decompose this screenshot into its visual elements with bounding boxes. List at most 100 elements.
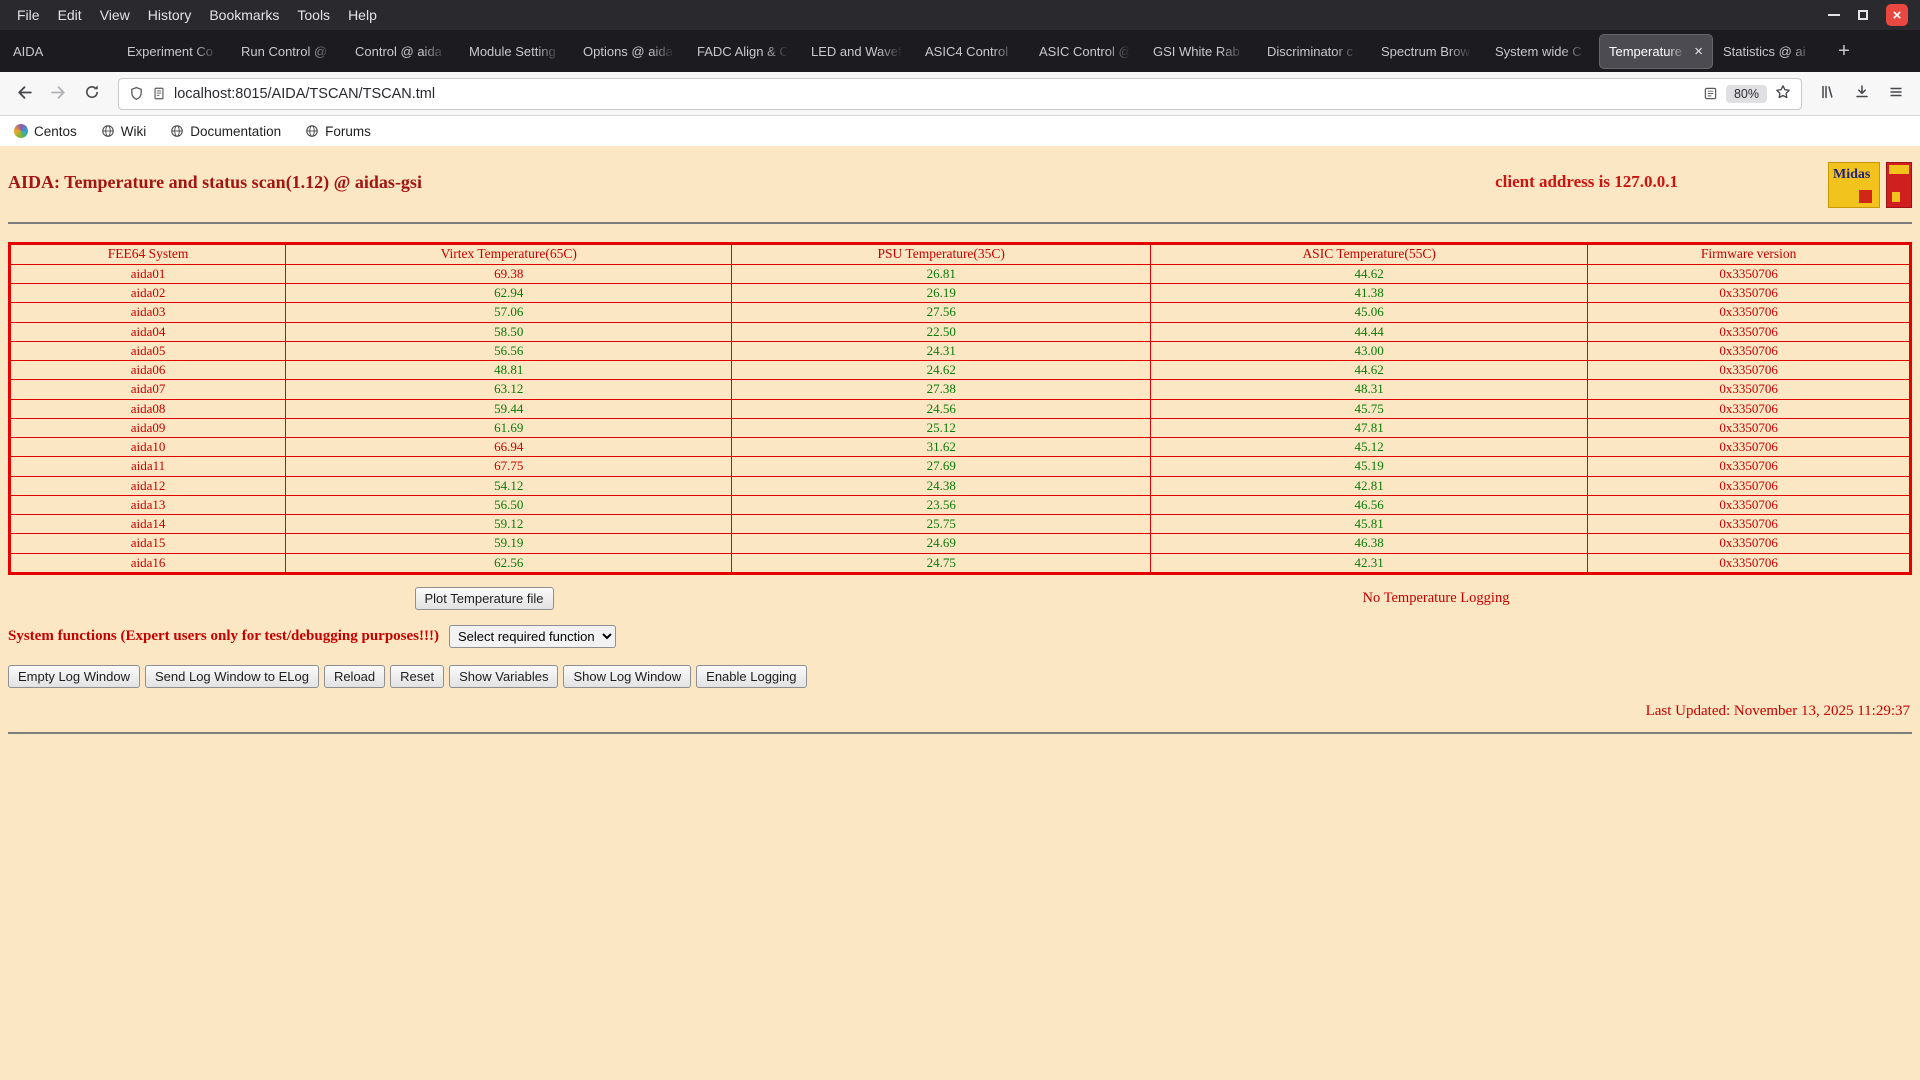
tab-label: Run Control @ [241, 43, 328, 59]
tab-system-wide-c[interactable]: System wide C [1486, 35, 1598, 68]
tab-fadc-align-c[interactable]: FADC Align & C [688, 35, 800, 68]
cell-asic: 47.81 [1150, 417, 1589, 439]
reader-mode-icon[interactable] [1703, 86, 1718, 101]
bookmark-star-button[interactable] [1775, 84, 1791, 103]
table-row-aida10: aida10 66.94 31.62 45.12 0x3350706 [8, 437, 1911, 458]
menu-item-file[interactable]: File [8, 4, 49, 26]
cell-asic: 45.75 [1150, 398, 1589, 419]
bookmark-item-wiki[interactable]: Wiki [101, 124, 146, 139]
tab-module-setting[interactable]: Module Setting [460, 35, 572, 68]
bookmark-label: Forums [325, 123, 371, 139]
cell-firmware: 0x3350706 [1587, 514, 1911, 535]
menu-item-help[interactable]: Help [339, 4, 386, 26]
tab-asic-control[interactable]: ASIC Control @ [1030, 35, 1142, 68]
tab-gsi-white-rab[interactable]: GSI White Rab [1144, 35, 1256, 68]
tab-aida[interactable]: AIDA [4, 35, 116, 68]
tab-control-aida[interactable]: Control @ aida [346, 35, 458, 68]
gsi-logo [1886, 162, 1912, 208]
cell-virtex: 62.56 [285, 552, 733, 574]
cell-virtex: 59.19 [285, 533, 733, 554]
table-row-aida15: aida15 59.19 24.69 46.38 0x3350706 [8, 533, 1911, 554]
navigation-toolbar: localhost:8015/AIDA/TSCAN/TSCAN.tml 80% [0, 72, 1920, 116]
column-header-fee64-system: FEE64 System [8, 243, 287, 265]
cell-psu: 24.56 [731, 398, 1152, 419]
downloads-button[interactable] [1846, 78, 1878, 110]
bookmark-item-documentation[interactable]: Documentation [170, 124, 281, 139]
tab-experiment-co[interactable]: Experiment Co [118, 35, 230, 68]
function-select[interactable]: Select required function [448, 624, 616, 648]
menu-item-history[interactable]: History [139, 4, 201, 26]
new-tab-button[interactable]: + [1829, 36, 1859, 66]
tab-led-and-wavef[interactable]: LED and Wavef [802, 35, 914, 68]
cell-firmware: 0x3350706 [1587, 398, 1911, 419]
back-button[interactable] [8, 78, 40, 110]
system-functions-row: System functions (Expert users only for … [8, 624, 1912, 648]
menu-button[interactable] [1880, 78, 1912, 110]
zoom-indicator[interactable]: 80% [1725, 84, 1767, 103]
url-bar[interactable]: localhost:8015/AIDA/TSCAN/TSCAN.tml 80% [118, 77, 1802, 110]
button-reset[interactable]: Reset [390, 664, 445, 688]
plot-button-cell: Plot Temperature file [8, 586, 960, 610]
minimize-button[interactable] [1828, 14, 1840, 16]
cell-virtex: 57.06 [285, 302, 733, 323]
cell-psu: 27.56 [731, 302, 1152, 323]
cell-asic: 45.19 [1150, 456, 1589, 477]
cell-asic: 43.00 [1150, 340, 1589, 362]
close-button[interactable]: × [1886, 4, 1908, 26]
cell-asic: 41.38 [1150, 283, 1589, 304]
cell-system: aida13 [8, 494, 287, 516]
cell-asic: 46.38 [1150, 533, 1589, 554]
tab-label: Temperature [1609, 43, 1682, 59]
bookmark-label: Documentation [190, 123, 282, 139]
button-empty-log-window[interactable]: Empty Log Window [8, 664, 140, 688]
forward-button[interactable] [42, 78, 74, 110]
menu-item-view[interactable]: View [91, 4, 139, 26]
tab-spectrum-brow[interactable]: Spectrum Brow [1372, 35, 1484, 68]
cell-psu: 27.69 [731, 456, 1152, 477]
cell-virtex: 67.75 [285, 456, 733, 477]
tab-run-control[interactable]: Run Control @ [232, 35, 344, 68]
button-enable-logging[interactable]: Enable Logging [696, 664, 807, 688]
button-send-log-window-to-elog[interactable]: Send Log Window to ELog [145, 664, 319, 688]
menu-item-tools[interactable]: Tools [288, 4, 339, 26]
cell-system: aida07 [8, 379, 287, 400]
library-button[interactable] [1812, 78, 1844, 110]
table-row-aida09: aida09 61.69 25.12 47.81 0x3350706 [8, 417, 1911, 439]
cell-virtex: 48.81 [285, 360, 733, 381]
plot-temperature-button[interactable]: Plot Temperature file [414, 586, 554, 610]
tab-asic4-control[interactable]: ASIC4 Control [916, 35, 1028, 68]
bookmark-item-forums[interactable]: Forums [305, 124, 371, 139]
cell-system: aida08 [8, 398, 287, 419]
url-text[interactable]: localhost:8015/AIDA/TSCAN/TSCAN.tml [174, 86, 1695, 102]
cell-firmware: 0x3350706 [1587, 360, 1911, 381]
tab-discriminator-c[interactable]: Discriminator c [1258, 35, 1370, 68]
tab-label: LED and Wavef [811, 43, 902, 59]
tab-options-aida[interactable]: Options @ aida [574, 35, 686, 68]
bookmark-item-centos[interactable]: Centos [14, 124, 77, 139]
cell-firmware: 0x3350706 [1587, 552, 1911, 574]
button-show-log-window[interactable]: Show Log Window [563, 664, 692, 688]
cell-firmware: 0x3350706 [1587, 456, 1911, 477]
cell-asic: 45.12 [1150, 437, 1589, 458]
cell-system: aida12 [8, 475, 287, 496]
page-icon[interactable] [152, 86, 166, 101]
tab-label: ASIC4 Control [925, 43, 1009, 59]
page-content: AIDA: Temperature and status scan(1.12) … [0, 146, 1920, 1080]
maximize-button[interactable] [1858, 10, 1868, 20]
close-tab-icon[interactable]: × [1694, 44, 1703, 59]
menu-item-edit[interactable]: Edit [49, 4, 91, 26]
cell-system: aida16 [8, 552, 287, 574]
button-show-variables[interactable]: Show Variables [449, 664, 559, 688]
table-row-aida02: aida02 62.94 26.19 41.38 0x3350706 [8, 283, 1911, 304]
menu-item-bookmarks[interactable]: Bookmarks [200, 4, 288, 26]
tab-statistics-ai[interactable]: Statistics @ ai [1714, 35, 1826, 68]
button-reload[interactable]: Reload [323, 664, 386, 688]
cell-system: aida14 [8, 514, 287, 535]
tab-label: Statistics @ ai [1723, 43, 1806, 59]
cell-firmware: 0x3350706 [1587, 283, 1911, 304]
table-row-aida12: aida12 54.12 24.38 42.81 0x3350706 [8, 475, 1911, 496]
star-icon [1775, 84, 1791, 103]
reload-button[interactable] [76, 78, 108, 110]
tab-temperature[interactable]: Temperature × [1600, 34, 1712, 68]
tracking-protection-icon[interactable] [129, 86, 144, 101]
